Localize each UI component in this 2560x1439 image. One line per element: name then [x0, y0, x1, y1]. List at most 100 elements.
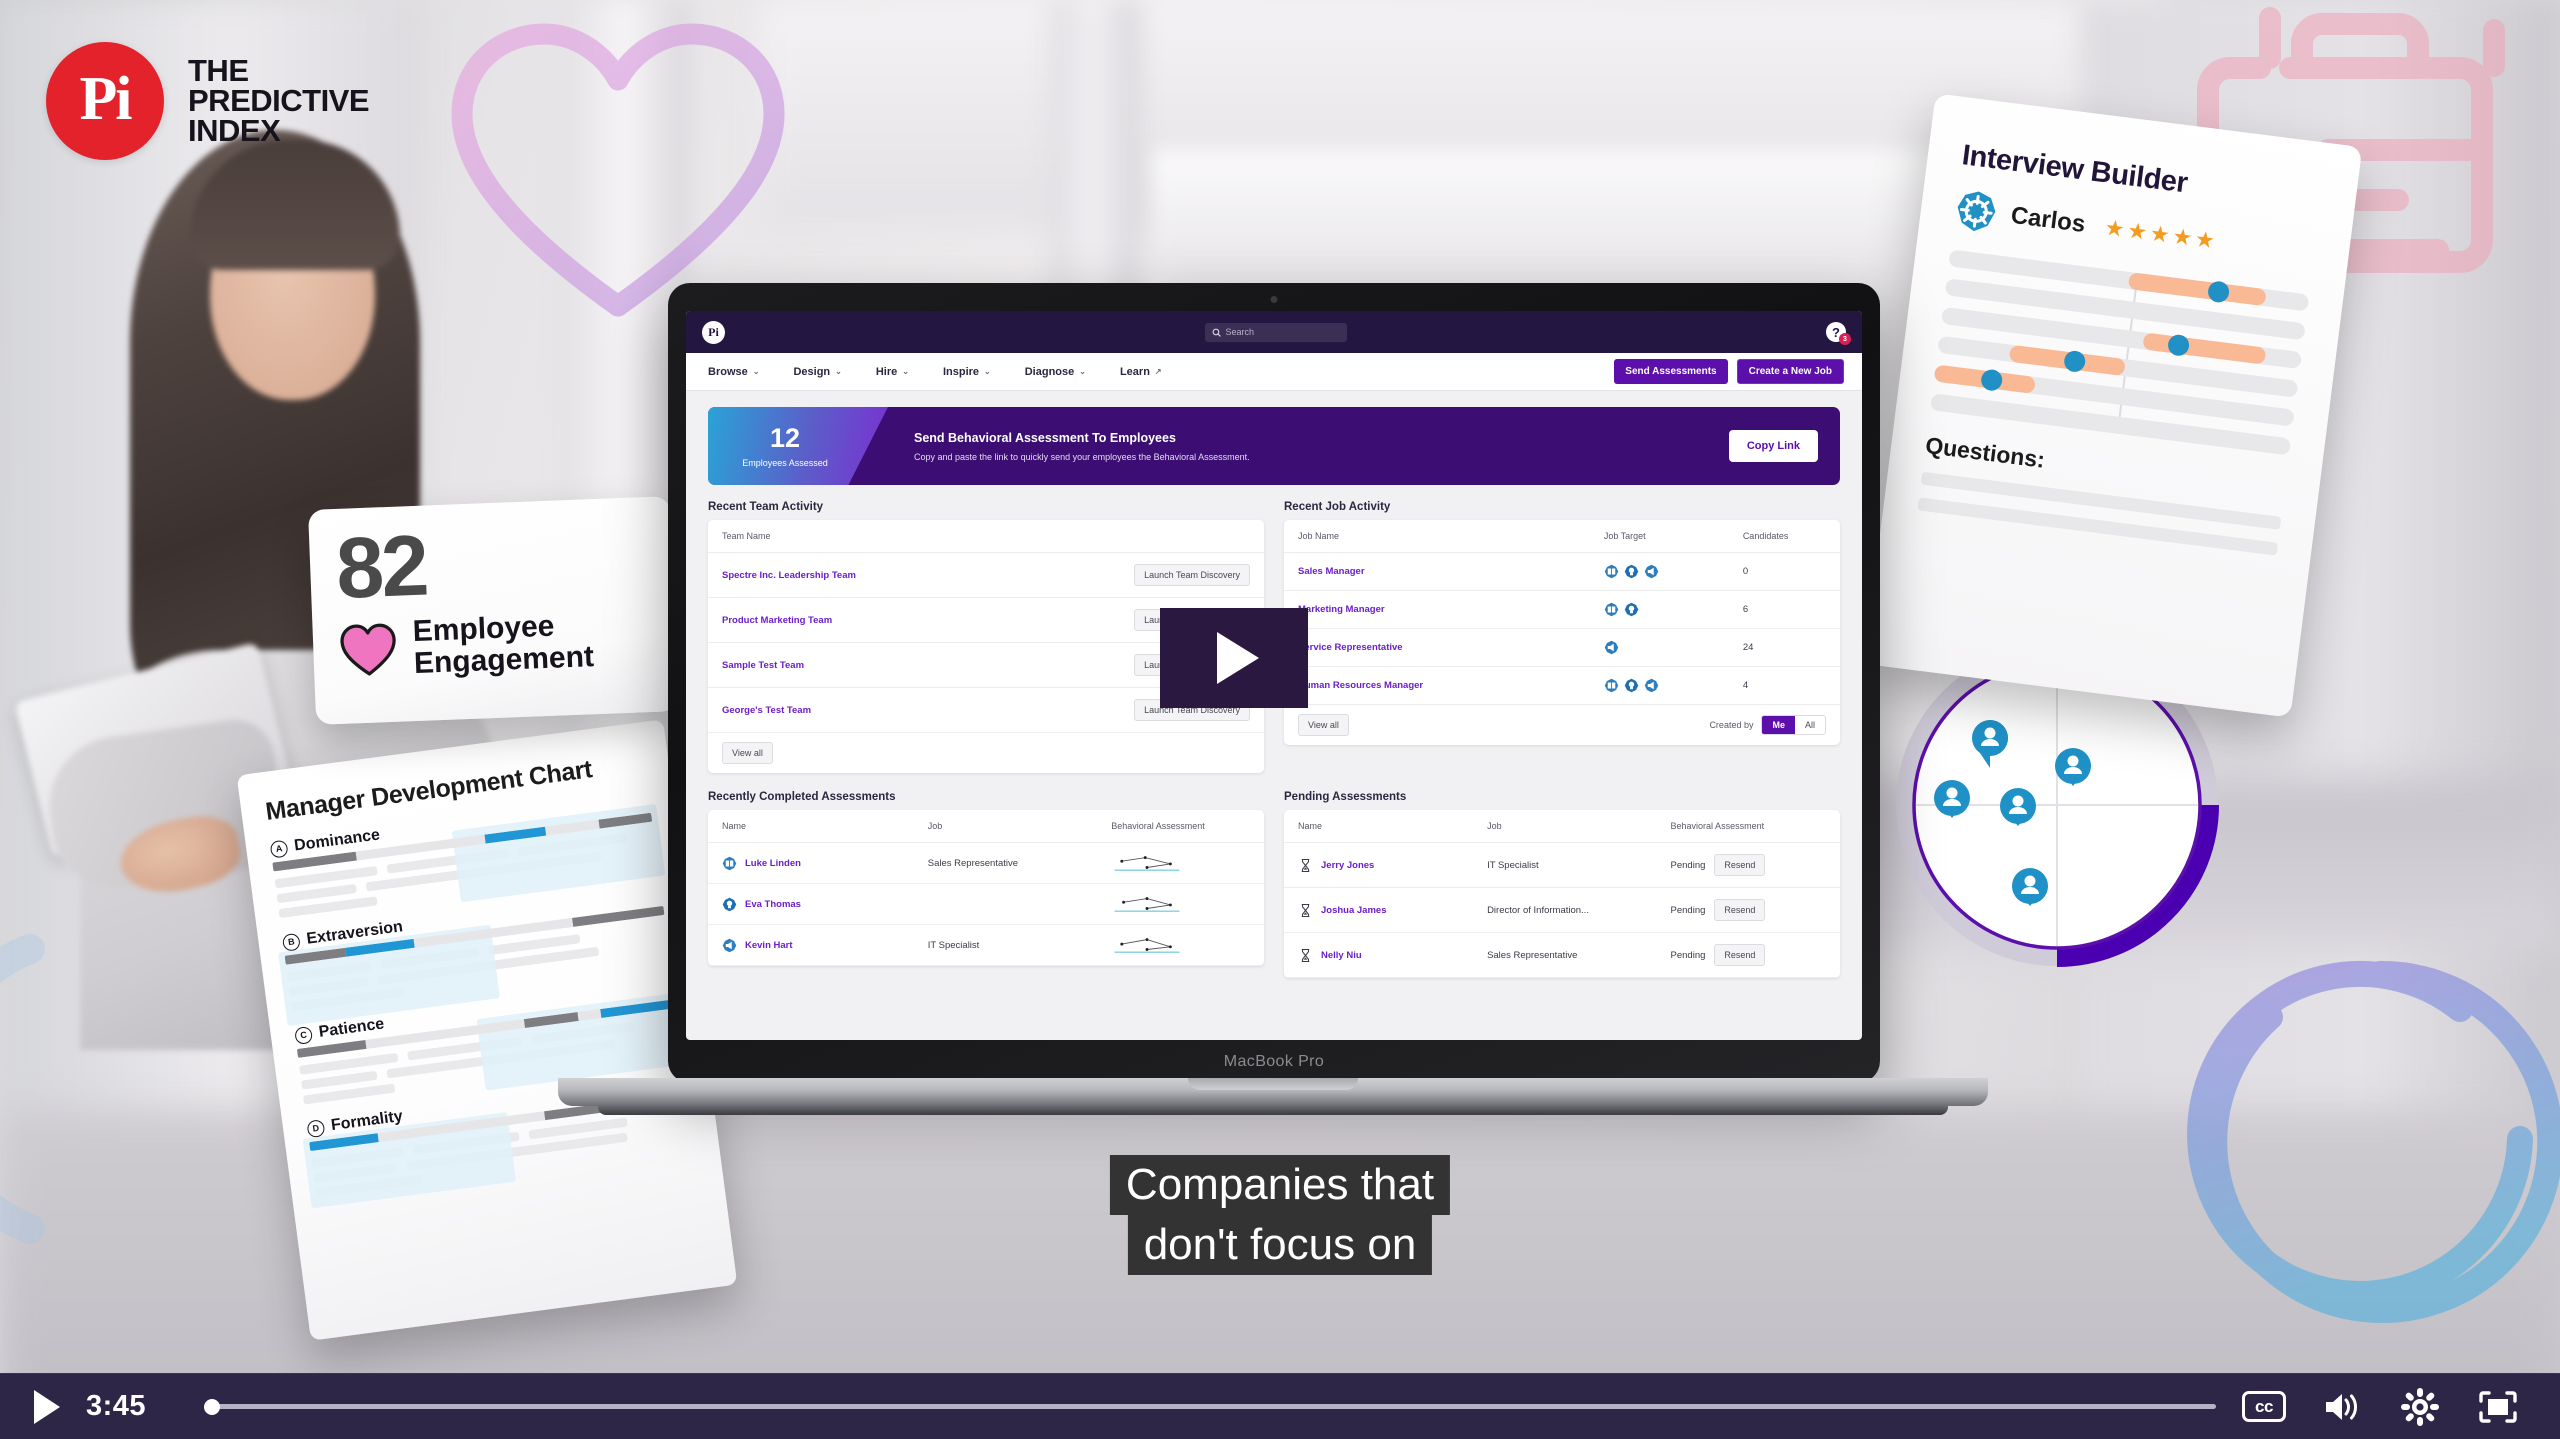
table-row[interactable]: Jerry Jones IT Specialist Pending Resend [1284, 842, 1840, 888]
rating-stars: ★ ★ ★ ★ ★ [2103, 215, 2216, 254]
person-name-link[interactable]: Jerry Jones [1321, 860, 1374, 871]
nav-label: Design [793, 365, 831, 378]
recent-job-activity-section: Recent Job Activity Job Name Job Target … [1284, 501, 1840, 773]
table-row[interactable]: Kevin Hart IT Specialist [708, 924, 1264, 966]
star-icon: ★ [2148, 220, 2172, 248]
nav-label: Learn [1119, 365, 1150, 378]
nav-item-design[interactable]: Design ⌄ [793, 366, 841, 378]
status-badge: Pending [1670, 904, 1706, 916]
star-icon: ★ [2171, 223, 2194, 251]
app-top-bar: Pi Search ? 3 [686, 311, 1862, 353]
engagement-score: 82 [334, 517, 428, 617]
lightbulb-hex-icon [722, 897, 737, 911]
resend-button[interactable]: Resend [1714, 899, 1766, 921]
behavioral-pattern-chart [1114, 938, 1180, 953]
table-row[interactable]: Sales Manager 0 [1284, 552, 1840, 591]
nav-item-learn[interactable]: Learn ↗ [1120, 366, 1162, 378]
launch-team-discovery-button[interactable]: Launch Team Discovery [1134, 564, 1250, 586]
nav-label: Diagnose [1024, 365, 1075, 378]
heart-icon [340, 623, 396, 676]
create-new-job-button[interactable]: Create a New Job [1736, 359, 1844, 384]
team-name-link[interactable]: Spectre Inc. Leadership Team [708, 552, 1031, 598]
view-all-jobs-button[interactable]: View all [1298, 714, 1349, 736]
search-input[interactable]: Search [1204, 322, 1347, 342]
status-badge: Pending [1670, 949, 1706, 961]
team-name-link[interactable]: Product Marketing Team [708, 597, 1031, 643]
person-name-link[interactable]: Nelly Niu [1321, 950, 1362, 961]
progress-track[interactable] [208, 1404, 2216, 1409]
person-job: IT Specialist [1473, 842, 1657, 888]
manager-development-chart-card: Manager Development Chart A Dominance B … [236, 719, 738, 1341]
hourglass-icon [1301, 858, 1310, 872]
app-logo[interactable]: Pi [702, 320, 725, 344]
banner-description: Copy and paste the link to quickly send … [914, 451, 1250, 462]
current-time-label: 3:45 [86, 1390, 147, 1422]
volume-button[interactable] [2320, 1385, 2364, 1429]
trait-sliders [1929, 249, 2310, 456]
table-row[interactable]: Service Representative 24 [1284, 628, 1840, 667]
created-by-filter[interactable]: Me All [1761, 715, 1826, 735]
resend-button[interactable]: Resend [1714, 944, 1766, 966]
filter-option-me[interactable]: Me [1762, 716, 1795, 734]
status-badge: Pending [1670, 859, 1706, 871]
section-title: Recent Job Activity [1284, 501, 1391, 513]
person-name-link[interactable]: Eva Thomas [745, 899, 801, 910]
pi-logo-badge: Pi [46, 42, 164, 160]
table-row[interactable]: Joshua James Director of Information... … [1284, 887, 1840, 933]
job-name-link[interactable]: Human Resources Manager [1284, 666, 1590, 705]
table-row[interactable]: Eva Thomas [708, 883, 1264, 925]
engagement-label: Employee Engagement [412, 609, 595, 681]
assessment-banner: 12 Employees Assessed Send Behavioral As… [708, 407, 1840, 485]
lightbulb-hex-icon [1624, 564, 1639, 579]
fullscreen-button[interactable] [2476, 1385, 2520, 1429]
created-by-label: Created by [1709, 720, 1754, 730]
video-controls-bar: 3:45 cc [0, 1373, 2560, 1439]
copy-link-button[interactable]: Copy Link [1728, 430, 1818, 462]
job-name-link[interactable]: Marketing Manager [1284, 590, 1590, 629]
pi-logo-line-1: THE [188, 52, 249, 88]
table-row[interactable]: Marketing Manager 6 [1284, 590, 1840, 629]
view-all-teams-button[interactable]: View all [722, 742, 773, 764]
filter-option-all[interactable]: All [1794, 716, 1825, 734]
banner-stat: 12 Employees Assessed [708, 407, 888, 485]
col-behavioral-assessment: Behavioral Assessment [1656, 810, 1840, 843]
table-row[interactable]: Nelly Niu Sales Representative Pending R… [1284, 932, 1840, 978]
laptop-base-foot [598, 1103, 1948, 1115]
person-name-link[interactable]: Joshua James [1321, 905, 1386, 916]
person-name-link[interactable]: Kevin Hart [745, 940, 793, 951]
book-hex-icon [1604, 602, 1619, 617]
caption-line-2: don't focus on [1127, 1214, 1433, 1275]
nav-item-browse[interactable]: Browse ⌄ [708, 366, 759, 378]
table-row[interactable]: Luke Linden Sales Representative [708, 842, 1264, 884]
section-title: Recently Completed Assessments [708, 791, 896, 803]
team-name-link[interactable]: George's Test Team [708, 687, 1031, 733]
progress-handle[interactable] [204, 1398, 221, 1415]
captain-badge-icon [1957, 191, 1996, 232]
help-button[interactable]: ? 3 [1826, 322, 1851, 345]
nav-item-hire[interactable]: Hire ⌄ [876, 366, 909, 378]
play-pause-button[interactable] [34, 1389, 60, 1424]
progress-scrubber[interactable] [204, 1393, 2216, 1421]
completed-assessments-table: Name Job Behavioral Assessment Luke Lind… [708, 810, 1264, 966]
person-name-link[interactable]: Luke Linden [745, 858, 801, 869]
recently-completed-assessments-section: Recently Completed Assessments Name Job … [708, 791, 1264, 978]
external-link-icon: ↗ [1154, 367, 1162, 376]
nav-item-diagnose[interactable]: Diagnose ⌄ [1025, 366, 1086, 378]
table-row[interactable]: Human Resources Manager 4 [1284, 666, 1840, 705]
section-title: Pending Assessments [1284, 791, 1407, 803]
candidates-count: 6 [1728, 590, 1840, 629]
table-row[interactable]: Spectre Inc. Leadership Team Launch Team… [708, 552, 1264, 598]
send-assessments-button[interactable]: Send Assessments [1614, 359, 1728, 384]
volume-icon [2326, 1393, 2357, 1420]
job-name-link[interactable]: Service Representative [1284, 628, 1590, 667]
megaphone-hex-icon [1604, 640, 1619, 655]
settings-button[interactable] [2398, 1385, 2442, 1429]
star-icon: ★ [2125, 217, 2149, 245]
team-name-link[interactable]: Sample Test Team [708, 642, 1031, 688]
nav-item-inspire[interactable]: Inspire ⌄ [943, 366, 991, 378]
help-notification-badge: 3 [1839, 333, 1851, 345]
captions-button[interactable]: cc [2242, 1385, 2286, 1429]
resend-button[interactable]: Resend [1714, 854, 1766, 876]
job-name-link[interactable]: Sales Manager [1284, 552, 1590, 591]
video-play-overlay-button[interactable] [1160, 608, 1308, 708]
